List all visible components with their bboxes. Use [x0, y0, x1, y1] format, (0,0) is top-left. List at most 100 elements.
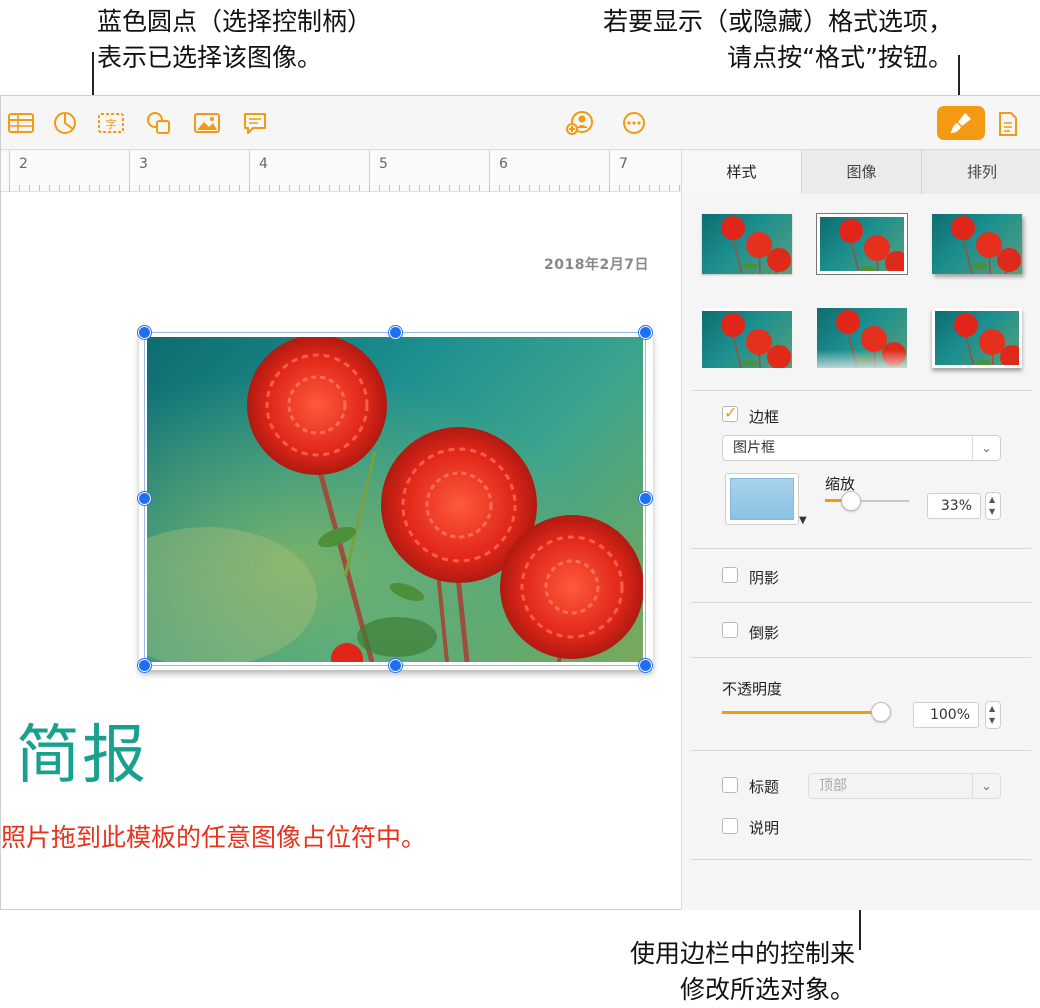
shape-icon[interactable]	[145, 110, 173, 136]
caption-title-checkbox[interactable]	[722, 777, 738, 793]
ruler-tick	[219, 185, 220, 191]
ruler-tick	[459, 185, 460, 191]
ruler-tick	[199, 185, 200, 191]
ruler-tick	[99, 185, 100, 191]
ruler-tick	[19, 185, 20, 191]
ruler-tick	[639, 185, 640, 191]
scale-slider-knob[interactable]	[841, 491, 861, 511]
border-color-well[interactable]	[725, 473, 799, 525]
selection-handle-bottom[interactable]	[389, 659, 402, 672]
tab-style[interactable]: 样式	[682, 150, 802, 194]
ruler-tick	[129, 185, 130, 191]
opacity-slider-knob[interactable]	[871, 702, 891, 722]
ruler-tick	[29, 185, 30, 191]
ruler-tick	[109, 185, 110, 191]
ruler-tick	[659, 185, 660, 191]
document-button[interactable]	[995, 110, 1021, 138]
ruler-tick	[319, 185, 320, 191]
ruler-tick	[429, 185, 430, 191]
opacity-stepper[interactable]: ▲ ▼	[985, 701, 1001, 729]
shadow-checkbox[interactable]	[722, 567, 738, 583]
opacity-value-field[interactable]: 100%	[913, 702, 979, 728]
image-style-2[interactable]	[816, 213, 908, 275]
ruler-number: 6	[499, 156, 508, 172]
selection-handle-right[interactable]	[639, 492, 652, 505]
scale-value-field[interactable]: 33%	[927, 493, 981, 519]
divider	[691, 657, 1031, 658]
ruler-tick	[49, 185, 50, 191]
border-checkbox[interactable]: ✓	[722, 403, 738, 422]
ruler-number: 3	[139, 156, 148, 172]
border-style-select[interactable]: 图片框 ⌄	[722, 435, 1001, 461]
format-button[interactable]	[937, 106, 985, 140]
ruler-tick	[409, 185, 410, 191]
chevron-down-icon: ⌄	[972, 436, 1000, 460]
ruler-tick	[419, 185, 420, 191]
ruler-tick	[379, 185, 380, 191]
ruler-tick	[479, 185, 480, 191]
ruler-tick	[39, 185, 40, 191]
ruler-tick	[679, 185, 680, 191]
ruler-tick	[629, 185, 630, 191]
title-position-value: 顶部	[819, 778, 847, 794]
image-style-1[interactable]	[702, 214, 792, 274]
dropdown-arrow-icon[interactable]: ▼	[799, 515, 807, 526]
divider	[691, 548, 1031, 549]
callout-format-line2: 请点按“格式”按钮。	[727, 43, 953, 72]
document-icon	[999, 112, 1017, 136]
title-position-select[interactable]: 顶部 ⌄	[808, 773, 1001, 799]
ruler-tick	[59, 185, 60, 191]
image-style-3[interactable]	[932, 214, 1022, 274]
tab-image[interactable]: 图像	[802, 150, 922, 194]
comment-icon[interactable]	[241, 110, 269, 136]
ruler-tick	[299, 185, 300, 191]
ruler-tick	[549, 185, 550, 191]
ruler-tick	[189, 185, 190, 191]
caption-desc-checkbox[interactable]	[722, 818, 738, 834]
document-title[interactable]: 简报	[16, 704, 148, 796]
caption-desc-label: 说明	[749, 819, 780, 837]
selection-handle-top-right[interactable]	[639, 326, 652, 339]
opacity-label: 不透明度	[722, 680, 783, 698]
ruler-tick	[449, 185, 450, 191]
selection-handle-top[interactable]	[389, 326, 402, 339]
ruler[interactable]: 2 3 4 5 6 7	[1, 150, 681, 192]
callout-handles-line1: 蓝色圆点（选择控制柄）	[97, 7, 373, 36]
selection-handle-top-left[interactable]	[138, 326, 151, 339]
media-icon[interactable]	[193, 110, 221, 136]
callout-format: 若要显示（或隐藏）格式选项， 请点按“格式”按钮。	[563, 4, 953, 76]
format-paintbrush-icon	[951, 113, 971, 133]
selection-handle-bottom-right[interactable]	[639, 659, 652, 672]
ruler-tick	[489, 185, 490, 191]
document-subtitle[interactable]: 照片拖到此模板的任意图像占位符中。	[1, 818, 426, 854]
image-style-6[interactable]	[932, 308, 1022, 368]
reflection-checkbox[interactable]	[722, 622, 738, 638]
scale-stepper[interactable]: ▲ ▼	[985, 492, 1001, 520]
ruler-number: 5	[379, 156, 388, 172]
selection-handle-bottom-left[interactable]	[138, 659, 151, 672]
ruler-tick	[289, 185, 290, 191]
ruler-tick	[79, 185, 80, 191]
chart-icon[interactable]	[51, 110, 79, 136]
selection-handle-left[interactable]	[138, 492, 151, 505]
ruler-tick	[519, 185, 520, 191]
ruler-tick	[389, 185, 390, 191]
reflection-label: 倒影	[749, 624, 780, 642]
more-icon[interactable]	[620, 110, 648, 136]
image-style-5[interactable]	[817, 308, 907, 368]
ruler-tick	[579, 185, 580, 191]
ruler-tick	[569, 185, 570, 191]
callout-handles: 蓝色圆点（选择控制柄） 表示已选择该图像。	[97, 4, 372, 76]
table-icon[interactable]	[7, 110, 35, 136]
document-date[interactable]: 2018年2月7日	[544, 254, 649, 274]
ruler-tick	[649, 185, 650, 191]
text-box-icon[interactable]: 字	[97, 110, 125, 136]
collaborate-icon[interactable]	[566, 110, 594, 136]
image-style-4[interactable]	[702, 308, 792, 368]
ruler-tick	[499, 185, 500, 191]
ruler-tick	[119, 185, 120, 191]
chevron-down-icon: ⌄	[972, 774, 1000, 798]
toolbar: 字	[1, 96, 1040, 150]
tab-arrange[interactable]: 排列	[922, 150, 1040, 194]
ruler-tick	[9, 185, 10, 191]
